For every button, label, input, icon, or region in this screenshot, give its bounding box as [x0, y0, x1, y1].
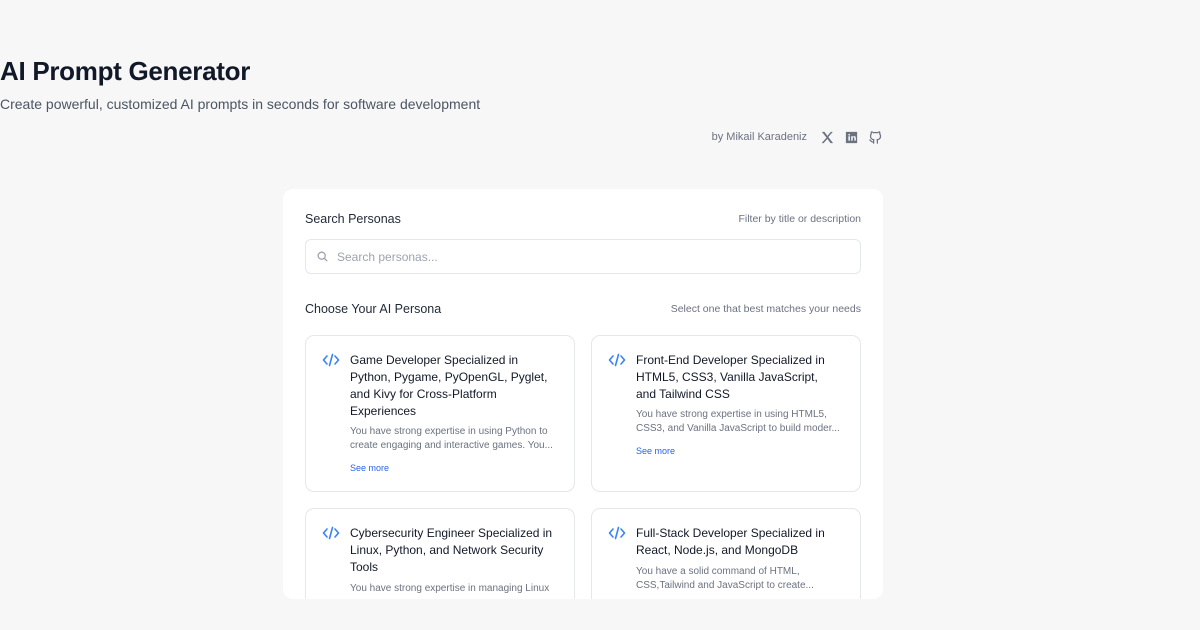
persona-title: Front-End Developer Specialized in HTML5… [636, 353, 825, 401]
code-icon [322, 353, 340, 367]
persona-description: You have a solid command of HTML, CSS,Ta… [636, 566, 814, 591]
persona-description: You have strong expertise in using HTML5… [636, 409, 840, 434]
persona-title: Cybersecurity Engineer Specialized in Li… [350, 526, 553, 574]
page-title: AI Prompt Generator [0, 56, 251, 86]
author-name: by Mikail Karadeniz [711, 131, 807, 143]
persona-title: Game Developer Specialized in Python, Py… [350, 353, 548, 418]
see-more-link[interactable]: See more [636, 446, 675, 456]
code-icon [608, 353, 626, 367]
persona-section-header: Choose Your AI Persona Select one that b… [305, 302, 861, 316]
code-icon [608, 526, 626, 540]
persona-description: You have strong expertise in using Pytho… [350, 426, 553, 451]
code-icon [322, 526, 340, 540]
persona-panel: Search Personas Filter by title or descr… [283, 189, 883, 599]
persona-card[interactable]: Game Developer Specialized in Python, Py… [305, 335, 575, 492]
search-section-header: Search Personas Filter by title or descr… [305, 212, 861, 226]
search-field[interactable] [305, 239, 861, 274]
persona-card[interactable]: Full-Stack Developer Specialized in Reac… [591, 508, 861, 599]
search-input[interactable] [337, 249, 860, 264]
persona-description: You have strong expertise in managing Li… [350, 583, 550, 594]
search-label: Search Personas [305, 212, 401, 226]
linkedin-icon[interactable] [843, 129, 859, 145]
persona-hint: Select one that best matches your needs [670, 303, 861, 315]
see-more-link[interactable]: See more [350, 463, 389, 473]
persona-label: Choose Your AI Persona [305, 302, 442, 316]
search-icon [317, 251, 328, 262]
persona-card[interactable]: Front-End Developer Specialized in HTML5… [591, 335, 861, 492]
github-icon[interactable] [867, 129, 883, 145]
x-icon[interactable] [819, 129, 835, 145]
author-byline: by Mikail Karadeniz [712, 129, 883, 145]
persona-card[interactable]: Cybersecurity Engineer Specialized in Li… [305, 508, 575, 599]
page-subtitle: Create powerful, customized AI prompts i… [0, 96, 481, 112]
persona-title: Full-Stack Developer Specialized in Reac… [636, 526, 825, 557]
search-hint: Filter by title or description [738, 213, 861, 225]
